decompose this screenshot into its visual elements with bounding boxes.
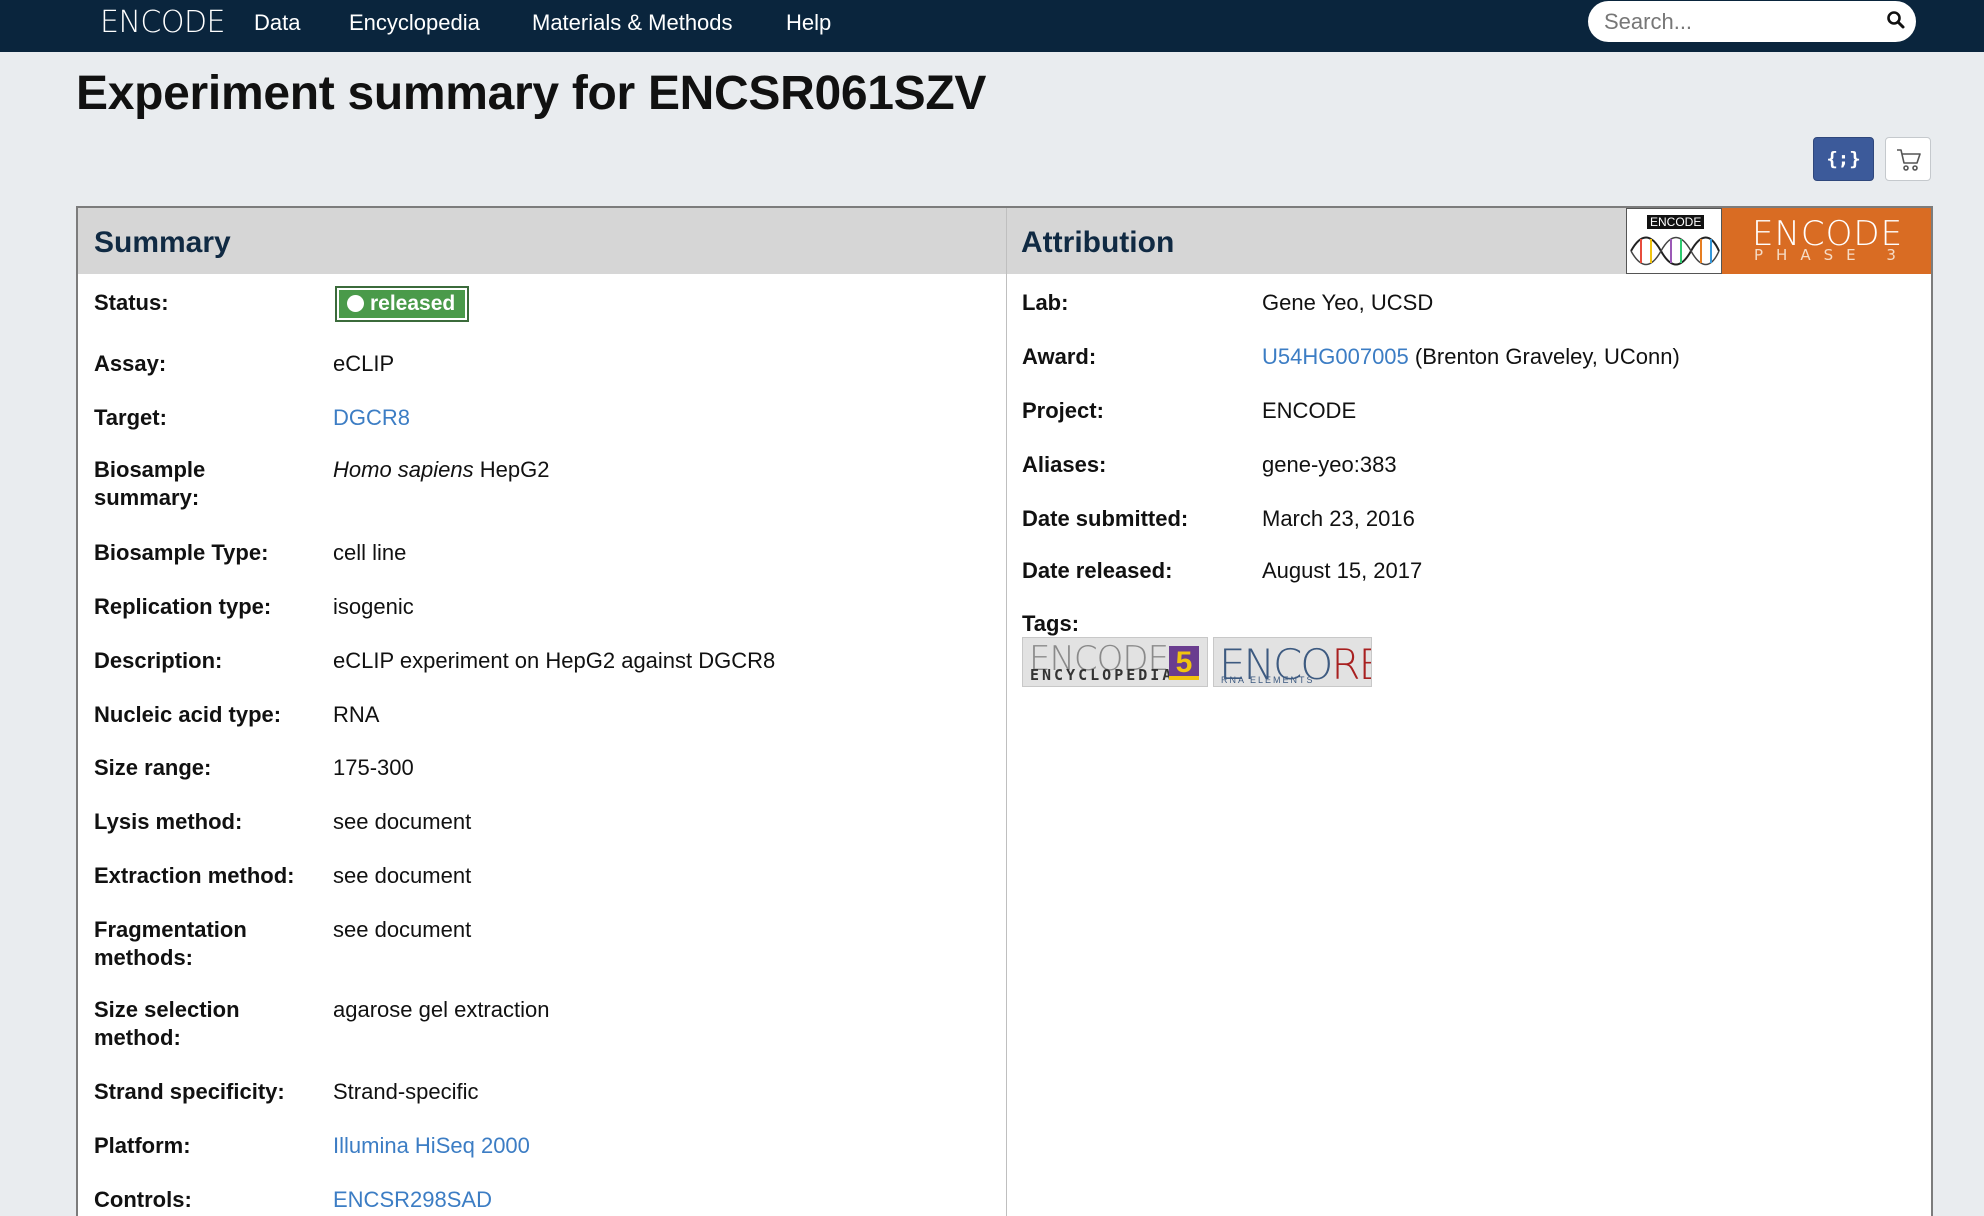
search-icon[interactable] <box>1886 10 1906 30</box>
nucleic-acid-type-value: RNA <box>333 702 380 727</box>
dna-helix-icon <box>1630 236 1720 266</box>
target-link[interactable]: DGCR8 <box>333 404 410 432</box>
strand-specificity-label: Strand specificity: <box>94 1079 285 1104</box>
status-dot-icon <box>347 295 364 312</box>
assay-label: Assay: <box>94 351 167 376</box>
date-released-label: Date released: <box>1022 558 1173 583</box>
lysis-method-label: Lysis method: <box>94 809 243 834</box>
phase-logo-subtitle: PHASE 3 <box>1754 246 1909 264</box>
encode-phase-logo: ENCODE ENCODE PHASE 3 <box>1626 208 1931 274</box>
summary-header: Summary <box>78 208 1006 274</box>
award-link[interactable]: U54HG007005 <box>1262 344 1409 369</box>
tag-encore-title-accent: RE <box>1331 640 1371 687</box>
lab-label: Lab: <box>1022 290 1069 315</box>
extraction-method-value: see document <box>333 863 472 888</box>
page-title: Experiment summary for ENCSR061SZV <box>76 67 987 120</box>
controls-label: Controls: <box>94 1187 192 1212</box>
status-badge: released <box>335 286 469 322</box>
tag-encore-subtitle: RNA ELEMENTS <box>1221 675 1315 685</box>
strand-specificity-value: Strand-specific <box>333 1079 479 1104</box>
assay-value: eCLIP <box>333 351 395 376</box>
column-divider <box>1006 208 1007 1216</box>
aliases-value: gene-yeo:383 <box>1262 452 1397 477</box>
replication-type-value: isogenic <box>333 594 414 619</box>
fragmentation-methods-value: see document <box>333 917 472 942</box>
aliases-label: Aliases: <box>1022 452 1107 477</box>
tags-label: Tags: <box>1022 611 1080 636</box>
tag-encode5-encyclopedia[interactable]: ENCODE ENCYCLOPEDIA 5 <box>1022 637 1208 687</box>
nav-data[interactable]: Data <box>254 10 300 36</box>
size-range-label: Size range: <box>94 755 212 780</box>
extraction-method-label: Extraction method: <box>94 863 295 888</box>
json-view-button[interactable]: {;} <box>1813 137 1874 181</box>
search-box <box>1588 1 1916 42</box>
date-submitted-value: March 23, 2016 <box>1262 506 1415 531</box>
biosample-summary-value: Homo sapiens HepG2 <box>333 456 549 484</box>
status-badge-fill: released <box>339 290 465 318</box>
shopping-cart-icon <box>1897 149 1921 171</box>
biosample-type-label: Biosample Type: <box>94 540 269 565</box>
encode-dna-logo: ENCODE <box>1626 208 1722 274</box>
encode-phase-banner: ENCODE PHASE 3 <box>1722 208 1931 274</box>
summary-heading: Summary <box>94 226 231 259</box>
attribution-heading: Attribution <box>1021 226 1175 259</box>
add-to-cart-button[interactable] <box>1885 137 1931 181</box>
tag-encode5-subtitle: ENCYCLOPEDIA <box>1030 666 1175 684</box>
replication-type-label: Replication type: <box>94 594 272 619</box>
nav-help[interactable]: Help <box>786 10 831 36</box>
brand-logo[interactable]: ENCODE <box>100 5 226 40</box>
description-value: eCLIP experiment on HepG2 against DGCR8 <box>333 648 776 673</box>
nav-materials-methods[interactable]: Materials & Methods <box>532 10 733 36</box>
platform-label: Platform: <box>94 1133 191 1158</box>
lab-value: Gene Yeo, UCSD <box>1262 290 1434 315</box>
nucleic-acid-type-label: Nucleic acid type: <box>94 702 282 727</box>
status-value: released <box>370 292 456 315</box>
status-label: Status: <box>94 290 169 315</box>
award-pi: (Brenton Graveley, UConn) <box>1408 344 1680 369</box>
fragmentation-methods-label: Fragmentation methods: <box>94 917 247 970</box>
controls-link[interactable]: ENCSR298SAD <box>333 1186 492 1214</box>
size-range-value: 175-300 <box>333 755 414 780</box>
award-label: Award: <box>1022 344 1097 369</box>
platform-link[interactable]: Illumina HiSeq 2000 <box>333 1132 530 1160</box>
experiment-panel: Summary Attribution ENCODE ENCODE PHASE … <box>76 206 1933 1216</box>
target-label: Target: <box>94 405 167 430</box>
date-submitted-label: Date submitted: <box>1022 506 1189 531</box>
tag-encode5-number: 5 <box>1169 646 1199 680</box>
tag-encore-rna-elements[interactable]: ENCORE RNA ELEMENTS <box>1213 637 1372 687</box>
biosample-type-value: cell line <box>333 540 407 565</box>
species-name: Homo sapiens <box>333 457 474 482</box>
project-value: ENCODE <box>1262 398 1357 423</box>
nav-encyclopedia[interactable]: Encyclopedia <box>349 10 480 36</box>
top-navbar: ENCODE Data Encyclopedia Materials & Met… <box>0 0 1984 52</box>
size-selection-method-label: Size selection method: <box>94 997 240 1050</box>
project-label: Project: <box>1022 398 1104 423</box>
dna-logo-label: ENCODE <box>1647 215 1705 229</box>
biosample-summary-label: Biosample summary: <box>94 457 206 510</box>
lysis-method-value: see document <box>333 809 472 834</box>
size-selection-method-value: agarose gel extraction <box>333 997 550 1022</box>
award-value: U54HG007005 (Brenton Graveley, UConn) <box>1262 343 1680 371</box>
search-input[interactable] <box>1604 8 1874 36</box>
description-label: Description: <box>94 648 223 673</box>
date-released-value: August 15, 2017 <box>1262 558 1423 583</box>
biosample-name: HepG2 <box>473 457 550 482</box>
